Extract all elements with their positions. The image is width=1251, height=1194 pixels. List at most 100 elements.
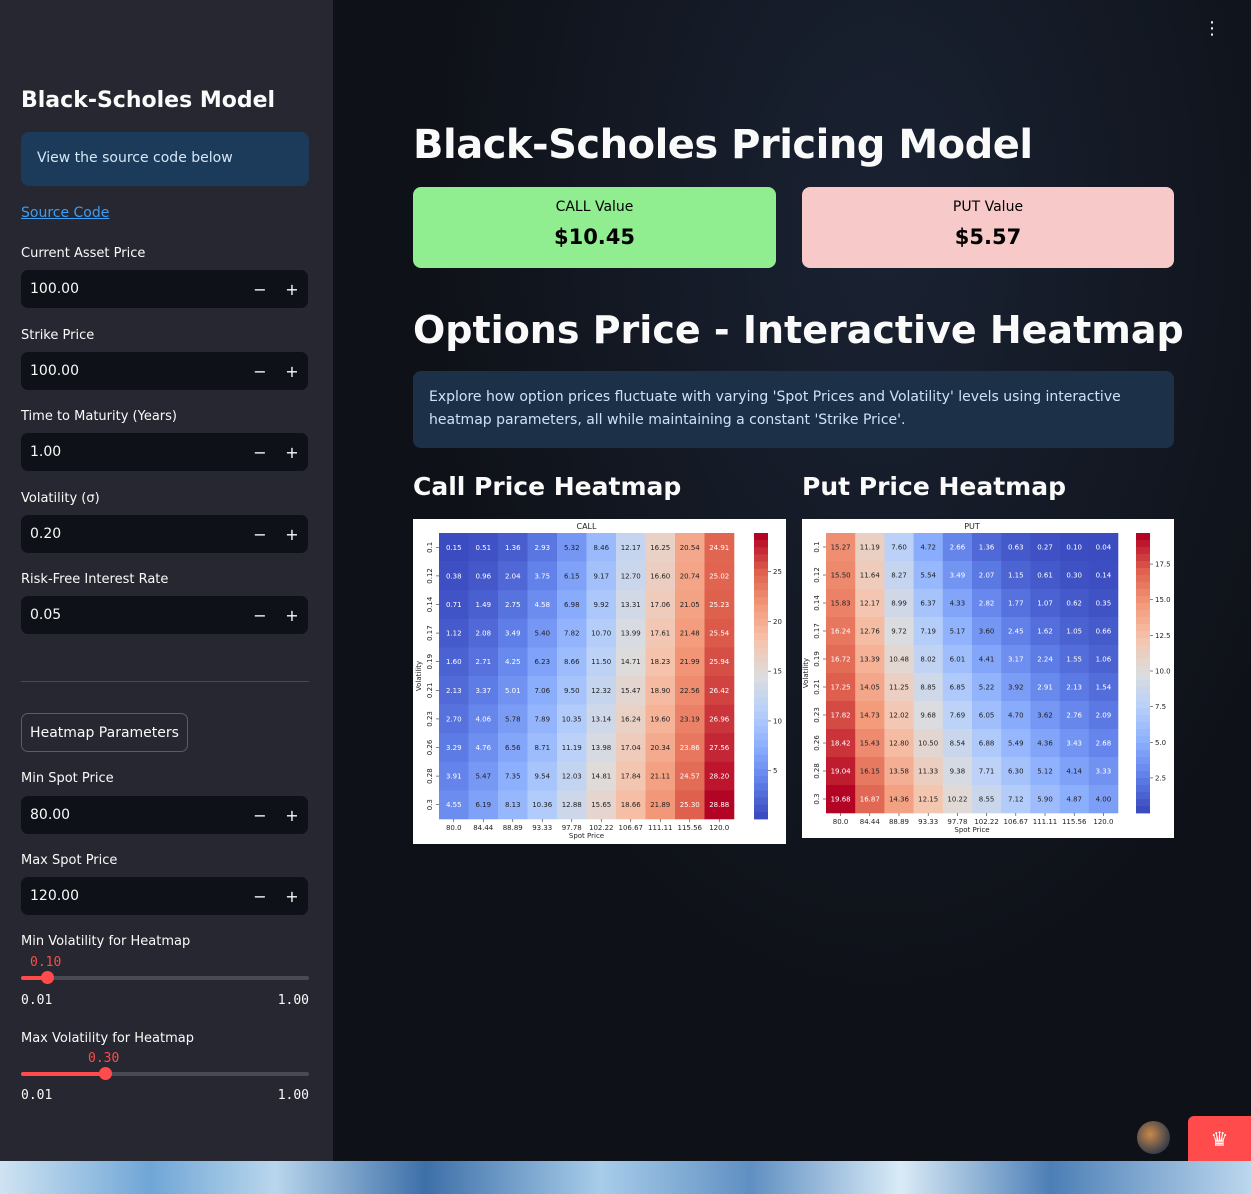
cell-label: 1.54 — [1096, 684, 1112, 692]
cell-label: 5.78 — [505, 715, 521, 723]
colorbar-tick-label: 10.0 — [1155, 668, 1171, 676]
slider-thumb[interactable] — [41, 971, 55, 984]
decrement-button[interactable]: − — [244, 525, 276, 544]
cell-label: 1.06 — [1096, 656, 1112, 664]
cell-label: 5.22 — [979, 684, 995, 692]
cell-label: 0.04 — [1096, 544, 1112, 552]
colorbar-segment — [754, 597, 768, 605]
cell-label: 7.12 — [1008, 796, 1024, 804]
min-spot-price-value[interactable]: 80.00 — [30, 807, 244, 823]
cell-label: 3.29 — [446, 744, 462, 752]
increment-button[interactable]: + — [276, 606, 308, 625]
max-spot-price-value[interactable]: 120.00 — [30, 888, 244, 904]
cell-label: 0.15 — [446, 544, 462, 552]
cell-label: 25.02 — [709, 572, 729, 580]
strike-price-input[interactable]: 100.00 − + — [21, 352, 308, 390]
cell-label: 7.71 — [979, 768, 995, 776]
avatar[interactable] — [1137, 1121, 1170, 1154]
time-to-maturity-label: Time to Maturity (Years) — [21, 409, 177, 424]
decrement-button[interactable]: − — [244, 280, 276, 299]
time-to-maturity-input[interactable]: 1.00 − + — [21, 433, 308, 471]
cell-label: 11.64 — [860, 572, 881, 580]
cell-label: 3.60 — [979, 628, 995, 636]
cell-label: 3.43 — [1066, 740, 1082, 748]
x-tick-label: 84.44 — [860, 818, 881, 826]
colorbar-tick-label: 25 — [773, 568, 782, 576]
heatmap-section-title: Options Price - Interactive Heatmap — [413, 308, 1184, 352]
cell-label: 6.15 — [564, 572, 580, 580]
cell-label: 2.08 — [475, 630, 491, 638]
x-tick-label: 80.0 — [446, 824, 462, 832]
strike-price-value[interactable]: 100.00 — [30, 363, 244, 379]
call-value-label: CALL Value — [555, 199, 634, 215]
source-code-link[interactable]: Source Code — [21, 205, 109, 221]
max-volatility-slider[interactable] — [21, 1067, 309, 1080]
colorbar-segment — [754, 633, 768, 641]
risk-free-rate-input[interactable]: 0.05 − + — [21, 596, 308, 634]
put-heatmap: PUT 15.27 11.19 7.60 4.72 2.66 1.36 0.63 0.27 0.1… — [802, 519, 1174, 838]
cell-label: 23.86 — [680, 744, 701, 752]
cell-label: 3.91 — [446, 773, 462, 781]
decrement-button[interactable]: − — [244, 362, 276, 381]
call-value: $10.45 — [553, 225, 636, 249]
menu-icon[interactable]: ⋮ — [1203, 18, 1221, 39]
slider-min: 0.01 — [21, 993, 53, 1008]
slider-thumb[interactable] — [99, 1067, 113, 1080]
current-asset-price-value[interactable]: 100.00 — [30, 281, 244, 297]
current-asset-price-label: Current Asset Price — [21, 246, 146, 261]
cell-label: 5.47 — [475, 773, 491, 781]
increment-button[interactable]: + — [276, 887, 308, 906]
decrement-button[interactable]: − — [244, 443, 276, 462]
cell-label: 4.25 — [505, 658, 521, 666]
cell-label: 20.34 — [650, 744, 671, 752]
min-spot-price-label: Min Spot Price — [21, 771, 114, 786]
cell-label: 5.49 — [1008, 740, 1024, 748]
colorbar-segment — [754, 625, 768, 634]
cell-label: 21.99 — [680, 658, 700, 666]
cell-label: 7.89 — [534, 715, 550, 723]
colorbar-segment — [1136, 743, 1150, 751]
y-tick-label: 0.28 — [426, 768, 434, 784]
current-asset-price-input[interactable]: 100.00 − + — [21, 270, 308, 308]
increment-button[interactable]: + — [276, 525, 308, 544]
decrement-button[interactable]: − — [244, 606, 276, 625]
x-tick-label: 106.67 — [1004, 818, 1029, 826]
risk-free-rate-value[interactable]: 0.05 — [30, 607, 244, 623]
cell-label: 6.23 — [534, 658, 550, 666]
min-volatility-label: Min Volatility for Heatmap — [21, 934, 191, 949]
colorbar-segment — [754, 575, 768, 584]
cell-label: 10.36 — [532, 801, 553, 809]
cell-label: 2.93 — [534, 544, 550, 552]
volatility-input[interactable]: 0.20 − + — [21, 515, 308, 553]
cell-label: 8.66 — [564, 658, 580, 666]
time-to-maturity-value[interactable]: 1.00 — [30, 444, 244, 460]
colorbar-segment — [754, 661, 768, 670]
colorbar-segment — [1136, 722, 1150, 730]
increment-button[interactable]: + — [276, 806, 308, 825]
cell-label: 13.39 — [860, 656, 880, 664]
min-volatility-slider[interactable] — [21, 971, 309, 984]
colorbar-segment — [1136, 729, 1150, 737]
cell-label: 7.06 — [534, 687, 550, 695]
colorbar-tick-label: 12.5 — [1155, 632, 1171, 640]
heatmap-parameters-button[interactable]: Heatmap Parameters — [21, 713, 188, 752]
decrement-button[interactable]: − — [244, 806, 276, 825]
increment-button[interactable]: + — [276, 443, 308, 462]
decrement-button[interactable]: − — [244, 887, 276, 906]
strike-price-label: Strike Price — [21, 328, 95, 343]
crown-icon[interactable]: ♛ — [1188, 1116, 1251, 1161]
increment-button[interactable]: + — [276, 362, 308, 381]
increment-button[interactable]: + — [276, 280, 308, 299]
x-tick-label: 97.78 — [562, 824, 582, 832]
cell-label: 0.63 — [1008, 544, 1024, 552]
min-spot-price-input[interactable]: 80.00 − + — [21, 796, 308, 834]
volatility-value[interactable]: 0.20 — [30, 526, 244, 542]
max-spot-price-input[interactable]: 120.00 − + — [21, 877, 308, 915]
x-tick-label: 120.0 — [1093, 818, 1113, 826]
colorbar-tick-label: 2.5 — [1155, 774, 1166, 782]
cell-label: 24.91 — [709, 544, 729, 552]
colorbar-segment — [1136, 610, 1150, 618]
y-tick-label: 0.1 — [426, 542, 434, 553]
y-tick-label: 0.26 — [813, 735, 821, 751]
cell-label: 2.04 — [505, 572, 521, 580]
